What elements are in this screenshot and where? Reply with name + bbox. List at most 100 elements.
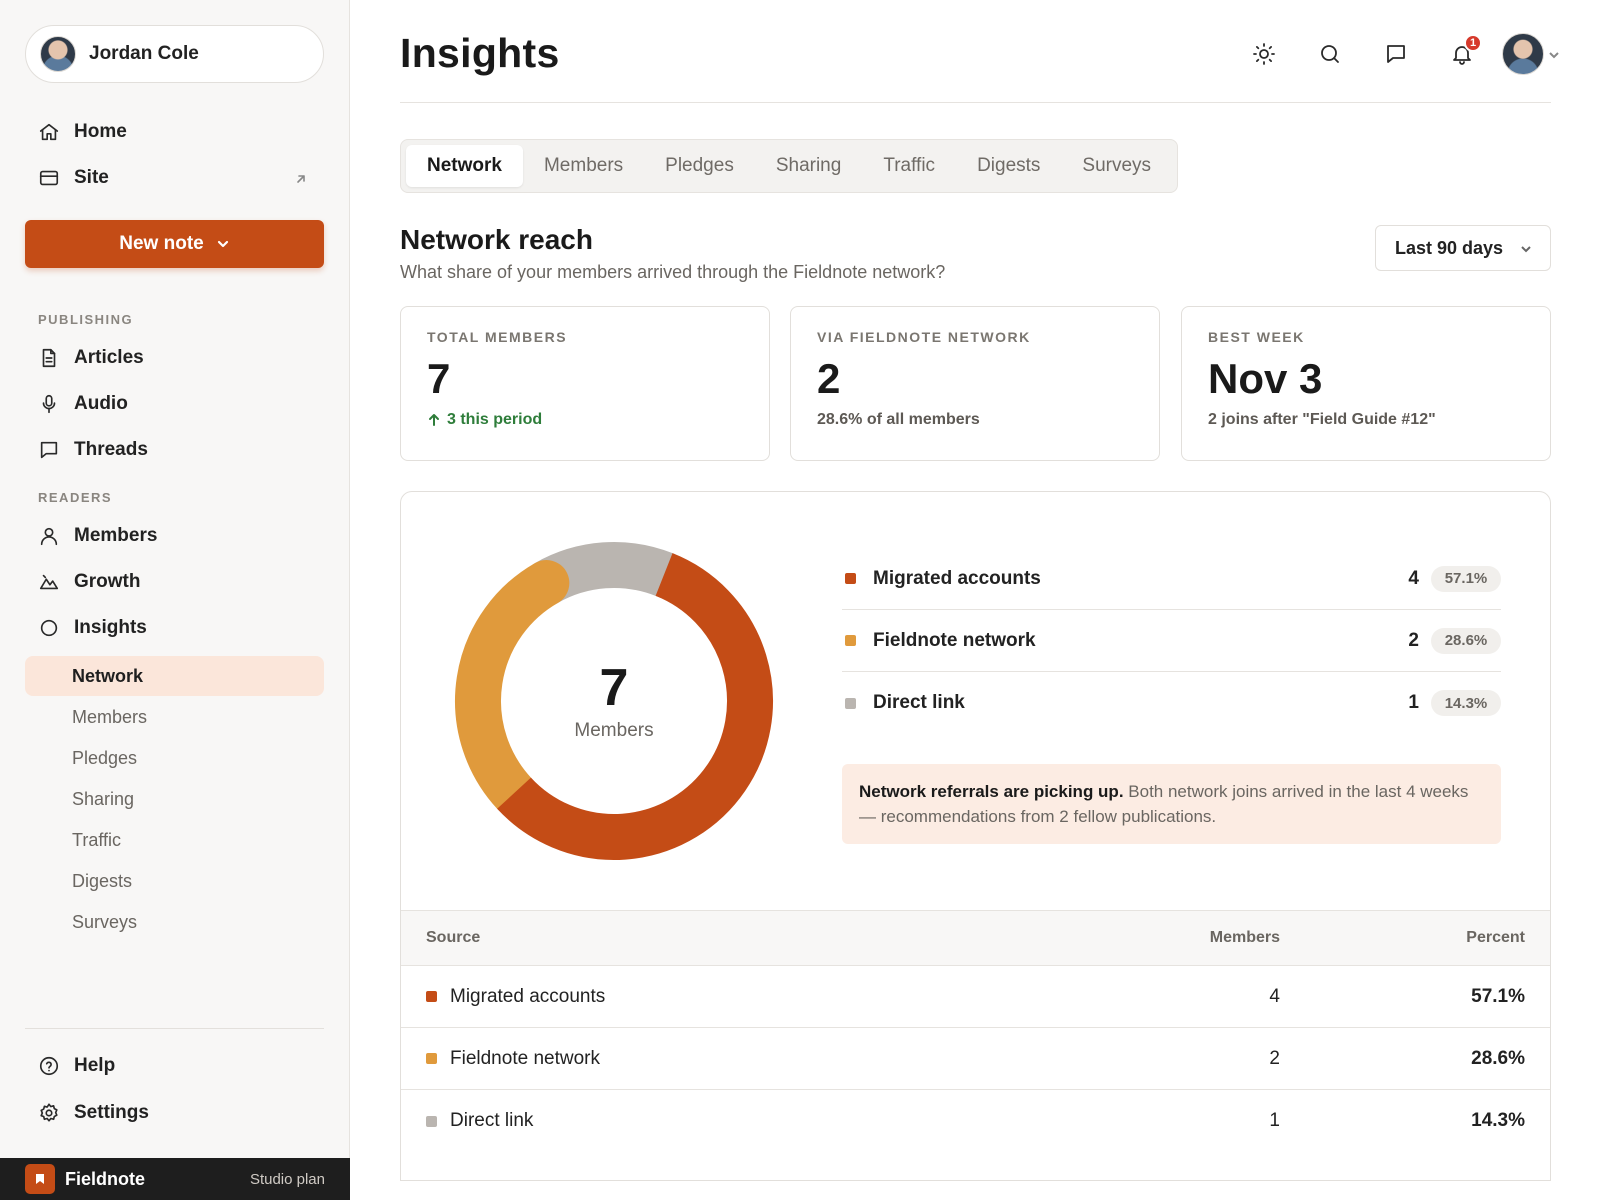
legend-item: Direct link 1 14.3% bbox=[842, 672, 1501, 734]
table-cell-percent: 28.6% bbox=[1471, 1047, 1525, 1069]
chevron-down-icon bbox=[1521, 246, 1531, 253]
table-cell-percent: 14.3% bbox=[1471, 1110, 1525, 1131]
legend-count: 1 bbox=[1408, 692, 1419, 713]
sun-icon bbox=[1253, 43, 1275, 65]
sidebar-item-help[interactable]: Help bbox=[25, 1046, 324, 1086]
legend-swatch bbox=[845, 697, 856, 709]
table-cell-source: Direct link bbox=[401, 1110, 1080, 1132]
section-title: Network reach bbox=[400, 224, 593, 255]
external-link-icon bbox=[294, 170, 308, 184]
sidebar-item-home[interactable]: Home bbox=[25, 112, 324, 152]
sidebar-item-label: Insights bbox=[74, 617, 147, 638]
legend-count: 4 bbox=[1408, 567, 1419, 589]
stat-card-network: VIA FIELDNOTE NETWORK 2 28.6% of all mem… bbox=[790, 306, 1160, 461]
sidebar-subitem-surveys[interactable]: Surveys bbox=[25, 902, 324, 942]
notifications-button[interactable]: 1 bbox=[1440, 32, 1484, 76]
table-cell-members: 1 bbox=[1269, 1110, 1280, 1131]
account-switcher[interactable]: Jordan Cole bbox=[25, 25, 324, 83]
source-name: Fieldnote network bbox=[450, 1047, 600, 1069]
sidebar-subitem-sharing[interactable]: Sharing bbox=[25, 779, 324, 819]
sidebar-item-members[interactable]: Members bbox=[25, 516, 324, 556]
table-cell-source: Fieldnote network bbox=[401, 1048, 1080, 1070]
sidebar-subitem-pledges[interactable]: Pledges bbox=[25, 738, 324, 778]
sidebar-item-label: Threads bbox=[74, 439, 148, 460]
chat-bubble-icon bbox=[38, 439, 60, 461]
sidebar-item-label: Members bbox=[74, 525, 158, 546]
sidebar-item-audio[interactable]: Audio bbox=[25, 384, 324, 424]
sidebar-item-label: Articles bbox=[74, 347, 144, 368]
sidebar-item-insights[interactable]: Insights bbox=[25, 608, 324, 648]
donut-total: 7 bbox=[599, 659, 629, 717]
donut-center: 7 Members bbox=[449, 536, 779, 866]
stat-note: 28.6% of all members bbox=[817, 411, 980, 428]
tab-members[interactable]: Members bbox=[523, 145, 644, 187]
fieldnote-logo-icon bbox=[25, 1164, 55, 1194]
stat-label: BEST WEEK bbox=[1208, 329, 1305, 345]
sidebar-item-settings[interactable]: Settings bbox=[25, 1093, 324, 1133]
tab-network[interactable]: Network bbox=[406, 145, 523, 187]
home-icon bbox=[38, 121, 60, 143]
stat-value: 2 bbox=[817, 355, 841, 402]
legend-label: Fieldnote network bbox=[873, 629, 1036, 651]
legend-label: Direct link bbox=[873, 692, 965, 713]
sidebar-item-articles[interactable]: Articles bbox=[25, 338, 324, 378]
messages-button[interactable] bbox=[1374, 32, 1418, 76]
table-cell-members: 4 bbox=[1269, 985, 1280, 1007]
stat-label: TOTAL MEMBERS bbox=[427, 329, 568, 345]
date-range-select[interactable]: Last 90 days bbox=[1375, 225, 1551, 271]
insight-callout: Network referrals are picking up. Both n… bbox=[842, 764, 1501, 844]
sidebar-item-label: Audio bbox=[74, 393, 128, 414]
sidebar-item-growth[interactable]: Growth bbox=[25, 562, 324, 602]
legend-percent-badge: 57.1% bbox=[1431, 565, 1501, 592]
sidebar-item-site[interactable]: Site bbox=[25, 158, 324, 198]
workspace-plan: Studio plan bbox=[249, 1170, 325, 1188]
legend-swatch bbox=[845, 573, 856, 584]
sidebar-item-label: Home bbox=[74, 121, 127, 142]
date-range-value: Last 90 days bbox=[1395, 237, 1504, 258]
column-header-percent[interactable]: Percent bbox=[1280, 929, 1550, 947]
page-title: Insights bbox=[400, 30, 560, 76]
tab-traffic[interactable]: Traffic bbox=[862, 145, 956, 187]
microphone-icon bbox=[38, 393, 60, 415]
section-subtitle: What share of your members arrived throu… bbox=[400, 262, 946, 282]
sidebar-item-label: Help bbox=[74, 1055, 116, 1076]
tab-sharing[interactable]: Sharing bbox=[755, 145, 863, 187]
new-note-button[interactable]: New note bbox=[25, 220, 324, 268]
stat-card-best-week: BEST WEEK Nov 3 2 joins after "Field Gui… bbox=[1181, 306, 1551, 461]
search-button[interactable] bbox=[1308, 32, 1352, 76]
sidebar-item-threads[interactable]: Threads bbox=[25, 430, 324, 470]
arrow-up-icon bbox=[429, 414, 439, 426]
header-divider bbox=[400, 102, 1551, 103]
sidebar-subitem-traffic[interactable]: Traffic bbox=[25, 820, 324, 860]
table-row: Migrated accounts 4 57.1% bbox=[401, 966, 1550, 1028]
table-row: Direct link 1 14.3% bbox=[401, 1090, 1550, 1152]
gear-icon bbox=[38, 1102, 60, 1124]
column-header-source[interactable]: Source bbox=[401, 929, 1080, 947]
chevron-down-icon bbox=[217, 240, 228, 248]
stat-value: Nov 3 bbox=[1208, 355, 1323, 402]
source-name: Direct link bbox=[450, 1110, 534, 1131]
tab-surveys[interactable]: Surveys bbox=[1061, 145, 1172, 187]
legend-label: Migrated accounts bbox=[873, 567, 1041, 589]
sidebar-subitem-digests[interactable]: Digests bbox=[25, 861, 324, 901]
profile-avatar-button[interactable] bbox=[1502, 33, 1544, 75]
chevron-down-icon[interactable] bbox=[1548, 48, 1560, 60]
insights-tabs: Network Members Pledges Sharing Traffic … bbox=[400, 139, 1179, 193]
legend-swatch bbox=[845, 635, 856, 646]
sidebar-item-label: Site bbox=[74, 167, 109, 188]
sidebar-subitem-members[interactable]: Members bbox=[25, 697, 324, 737]
browser-window-icon bbox=[38, 167, 60, 189]
stat-trend: 3 this period bbox=[427, 411, 743, 429]
workspace-switcher[interactable]: Fieldnote Studio plan bbox=[0, 1158, 350, 1200]
theme-toggle-button[interactable] bbox=[1242, 32, 1286, 76]
person-icon bbox=[38, 525, 60, 547]
tab-digests[interactable]: Digests bbox=[956, 145, 1061, 187]
search-icon bbox=[1321, 45, 1339, 63]
table-header: Source Members Percent bbox=[401, 910, 1550, 966]
source-swatch bbox=[426, 1115, 437, 1127]
tab-pledges[interactable]: Pledges bbox=[644, 145, 755, 187]
document-icon bbox=[38, 347, 60, 369]
network-breakdown-panel: 7 Members Migrated accounts 4 57.1% Fiel… bbox=[400, 491, 1551, 1181]
sidebar-subitem-network[interactable]: Network bbox=[25, 656, 324, 696]
column-header-members[interactable]: Members bbox=[1080, 929, 1280, 947]
